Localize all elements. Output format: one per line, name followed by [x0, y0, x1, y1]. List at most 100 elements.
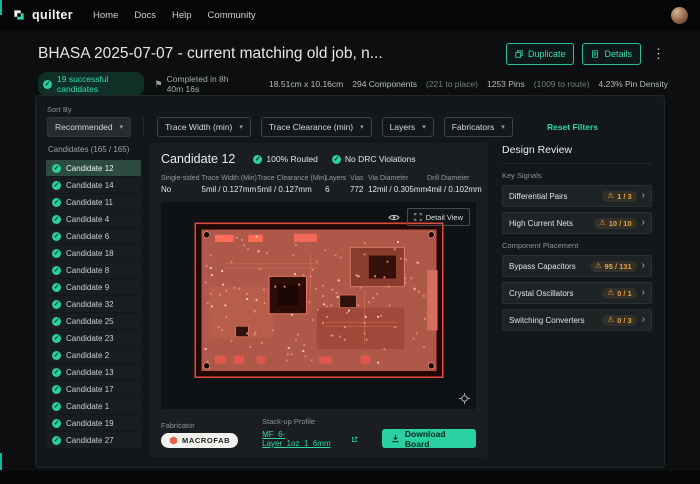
warning-badge: ⚠95 / 131	[590, 261, 637, 272]
review-item[interactable]: High Current Nets⚠10 / 10›	[502, 212, 652, 234]
candidate-list-item[interactable]: ✓Candidate 13	[46, 364, 141, 380]
filter-dropdowns: Trace Width (min)▾ Trace Clearance (min)▾…	[143, 117, 513, 137]
review-item-label: Switching Converters	[509, 316, 598, 325]
duplicate-button[interactable]: Duplicate	[506, 43, 575, 65]
board-preview-image[interactable]	[194, 222, 444, 378]
caret-down-icon: ▾	[501, 123, 505, 131]
candidate-list-item[interactable]: ✓Candidate 9	[46, 279, 141, 295]
review-item-label: Differential Pairs	[509, 192, 598, 201]
fabricator-group: Fabricator MACROFAB	[161, 421, 238, 448]
spec-label: Vias	[350, 175, 362, 182]
candidate-list-item[interactable]: ✓ Candidate 4	[46, 211, 141, 227]
chevron-right-icon: ›	[642, 288, 645, 298]
success-candidates-badge: ✓ 19 successful candidates	[38, 72, 144, 96]
candidate-check-icon: ✓	[52, 402, 61, 411]
candidate-list-item[interactable]: ✓ Candidate 23	[46, 330, 141, 346]
warning-badge: ⚠0 / 1	[602, 288, 636, 299]
candidate-check-icon: ✓	[52, 266, 61, 275]
spec-value: 5mil / 0.127mm	[257, 185, 319, 194]
expand-icon	[414, 213, 422, 221]
content-row: Candidates (165 / 165) ✓Candidate 12✓Can…	[46, 143, 654, 457]
candidate-list-item[interactable]: ✓Candidate 17	[46, 381, 141, 397]
board-stat: 1253 Pins	[487, 79, 525, 89]
spec-value: 772	[350, 185, 362, 194]
filter-dropdown[interactable]: Fabricators▾	[444, 117, 513, 137]
detail-view-button[interactable]: Detail View	[407, 208, 470, 226]
sort-group: Sort By Recommended ▾	[47, 105, 131, 137]
spec-column: Drill Diameter4mil / 0.102mm	[427, 175, 476, 194]
stackup-profile-link[interactable]: MF_6-Layer_1oz_1_6mm	[262, 430, 358, 448]
recenter-icon[interactable]	[459, 393, 470, 404]
chevron-right-icon: ›	[642, 191, 645, 201]
warning-count: 1 / 3	[617, 192, 632, 201]
nav-link-home[interactable]: Home	[93, 10, 118, 21]
board-stat: 4.23% Pin Density	[599, 79, 668, 89]
download-icon	[391, 434, 400, 443]
ghost-visibility-icon[interactable]	[388, 213, 400, 222]
candidate-name: Candidate 4	[66, 215, 109, 224]
filter-row: Sort By Recommended ▾ Trace Width (min)▾…	[47, 105, 653, 137]
candidate-list-item[interactable]: ✓ Candidate 1	[46, 398, 141, 414]
sort-label: Sort By	[47, 105, 131, 114]
candidate-check-icon: ✓	[52, 283, 61, 292]
caret-down-icon: ▾	[360, 123, 364, 131]
details-button[interactable]: Details	[582, 43, 641, 65]
candidate-name: Candidate 23	[66, 334, 114, 343]
filter-dropdown[interactable]: Trace Clearance (min)▾	[261, 117, 372, 137]
download-board-button[interactable]: Download Board	[382, 429, 476, 448]
quilter-logo[interactable]: quilter	[12, 8, 73, 22]
candidate-check-icon: ✓	[52, 198, 61, 207]
warning-icon: ⚠	[599, 219, 606, 227]
page-title: BHASA 2025-07-07 - current matching old …	[38, 45, 383, 63]
candidate-list-item[interactable]: ✓Candidate 14	[46, 177, 141, 193]
user-avatar[interactable]	[671, 7, 688, 24]
candidate-list-item[interactable]: ✓Candidate 27	[46, 432, 141, 448]
candidate-list-item[interactable]: ✓Candidate 25	[46, 313, 141, 329]
candidate-check-icon: ✓	[52, 334, 61, 343]
candidate-list-item[interactable]: ✓Candidate 2	[46, 347, 141, 363]
caret-down-icon: ▾	[239, 123, 243, 131]
candidate-name: Candidate 1	[66, 402, 109, 411]
warning-count: 95 / 131	[605, 262, 632, 271]
kebab-menu-icon[interactable]: ⋮	[649, 46, 668, 62]
board-stat: 294 Components	[352, 79, 417, 89]
nav-link-help[interactable]: Help	[172, 10, 192, 21]
candidate-list-item[interactable]: ✓Candidate 32	[46, 296, 141, 312]
candidate-name: Candidate 13	[66, 368, 114, 377]
chevron-right-icon: ›	[642, 261, 645, 271]
spec-column: Trace Clearance (Min)5mil / 0.127mm	[257, 175, 319, 194]
reset-filters-link[interactable]: Reset Filters	[547, 122, 598, 132]
filter-dropdown[interactable]: Layers▾	[382, 117, 434, 137]
sort-dropdown[interactable]: Recommended ▾	[47, 117, 131, 137]
board-stat: (221 to place)	[426, 79, 478, 89]
candidate-list: ✓Candidate 12✓Candidate 14✓Candidate 11✓…	[46, 160, 141, 448]
review-item[interactable]: Switching Converters⚠0 / 3›	[502, 309, 652, 331]
review-item[interactable]: Bypass Capacitors⚠95 / 131›	[502, 255, 652, 277]
spec-value: 12mil / 0.305mm	[368, 185, 421, 194]
macrofab-logo-icon	[169, 436, 178, 445]
filter-dropdown[interactable]: Trace Width (min)▾	[157, 117, 251, 137]
review-item[interactable]: Differential Pairs⚠1 / 3›	[502, 185, 652, 207]
review-item-label: High Current Nets	[509, 219, 590, 228]
status-badge: ✓100% Routed	[253, 154, 318, 164]
board-stat: (1009 to route)	[534, 79, 590, 89]
candidate-check-icon: ✓	[52, 215, 61, 224]
caret-down-icon: ▾	[422, 123, 426, 131]
candidate-check-icon: ✓	[52, 249, 61, 258]
nav-link-docs[interactable]: Docs	[134, 10, 156, 21]
title-row: BHASA 2025-07-07 - current matching old …	[38, 43, 668, 65]
candidate-title: Candidate 12	[161, 152, 235, 166]
fabricator-badge[interactable]: MACROFAB	[161, 433, 238, 448]
review-item[interactable]: Crystal Oscillators⚠0 / 1›	[502, 282, 652, 304]
candidate-list-item[interactable]: ✓Candidate 19	[46, 415, 141, 431]
warning-count: 0 / 1	[617, 289, 632, 298]
spec-column: Trace Width (Min)5mil / 0.127mm	[202, 175, 252, 194]
nav-link-community[interactable]: Community	[208, 10, 256, 21]
candidate-list-item[interactable]: ✓Candidate 11	[46, 194, 141, 210]
candidate-list-item[interactable]: ✓Candidate 6	[46, 228, 141, 244]
candidate-list-item[interactable]: ✓Candidate 18	[46, 245, 141, 261]
spec-value: 6	[325, 185, 344, 194]
spec-table: Single-sidedNoTrace Width (Min)5mil / 0.…	[161, 175, 476, 194]
candidate-list-item[interactable]: ✓Candidate 12	[46, 160, 141, 176]
candidate-list-item[interactable]: ✓Candidate 8	[46, 262, 141, 278]
